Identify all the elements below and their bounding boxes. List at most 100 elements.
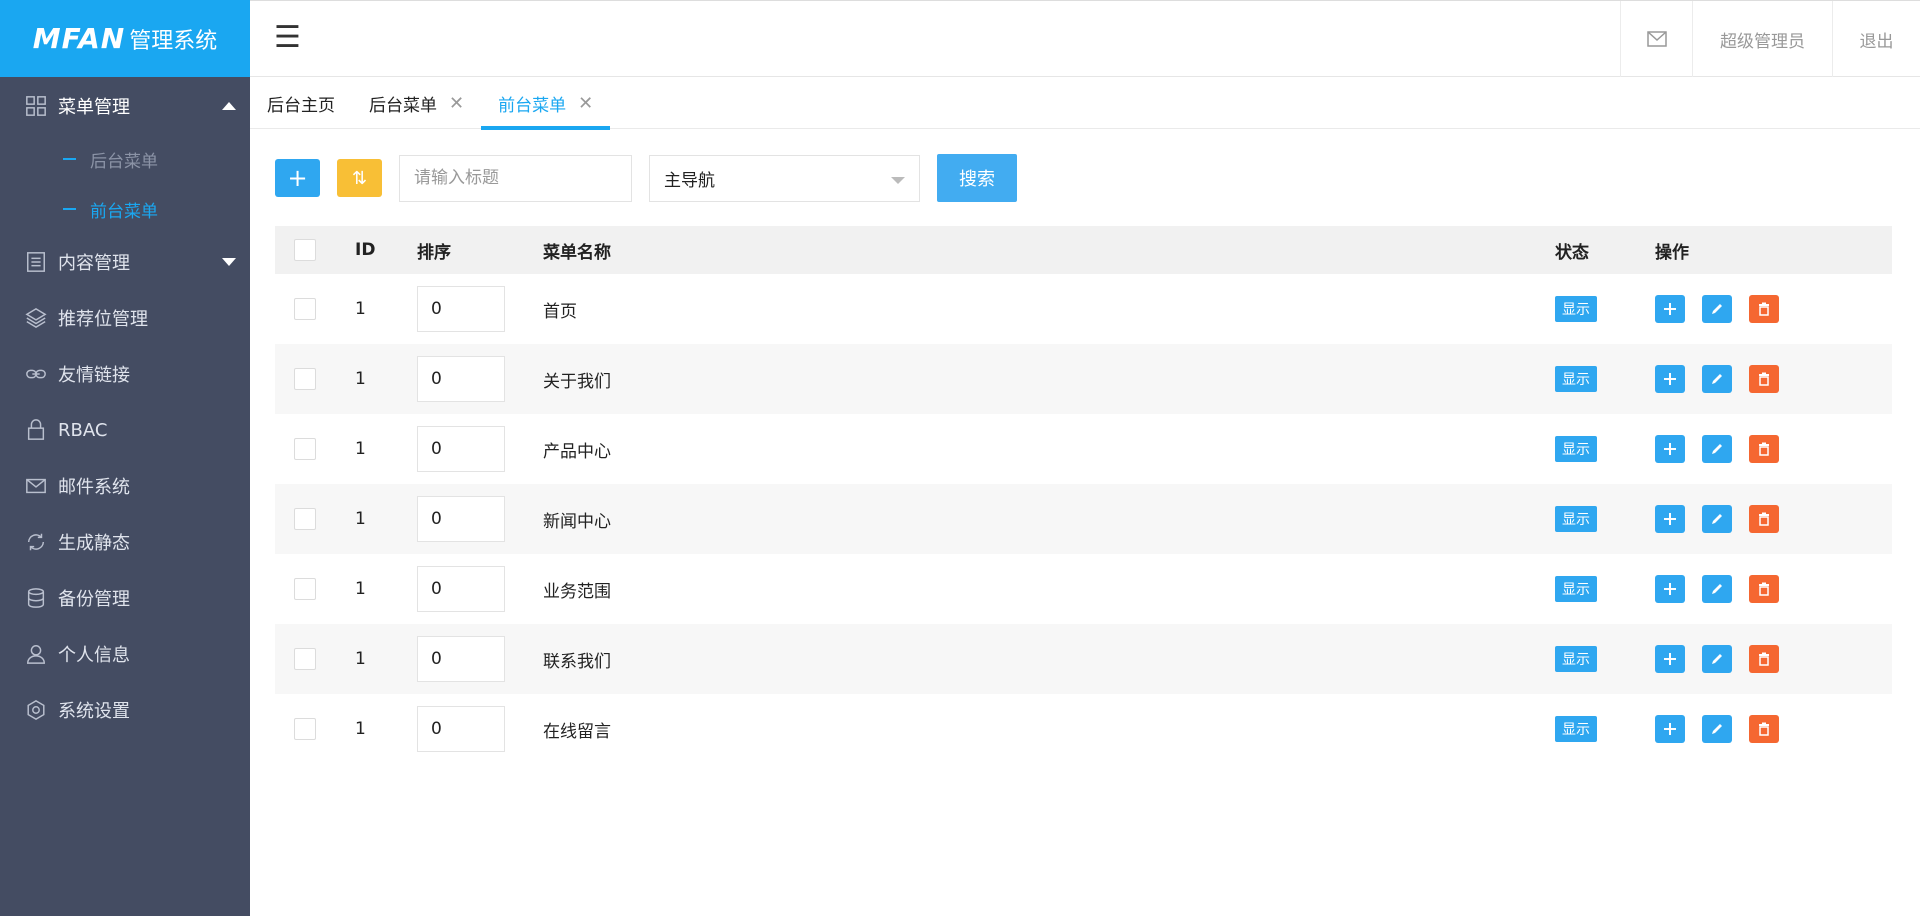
edit-button[interactable] bbox=[1702, 365, 1732, 393]
trash-icon bbox=[1759, 722, 1769, 736]
sidebar-item-profile[interactable]: 个人信息 bbox=[0, 626, 250, 682]
sort-order-input[interactable] bbox=[417, 356, 505, 402]
table-row: 1 新闻中心显示 bbox=[275, 484, 1892, 554]
delete-button[interactable] bbox=[1749, 435, 1779, 463]
logo-subtitle: 管理系统 bbox=[129, 28, 218, 54]
row-checkbox[interactable] bbox=[294, 718, 316, 740]
edit-button[interactable] bbox=[1702, 575, 1732, 603]
table-row: 1 在线留言 显示 bbox=[275, 694, 1892, 764]
search-button[interactable]: 搜索 bbox=[937, 154, 1017, 202]
plus-icon bbox=[1664, 583, 1676, 595]
row-check-cell bbox=[275, 624, 355, 694]
sidebar-item-links[interactable]: 友情链接 bbox=[0, 346, 250, 402]
add-child-button[interactable] bbox=[1655, 505, 1685, 533]
sort-button[interactable]: ⇅ bbox=[337, 159, 382, 197]
logo[interactable]: MFAN 管理系统 bbox=[0, 0, 250, 77]
sort-order-input[interactable] bbox=[417, 566, 505, 612]
sidebar-item-content-management[interactable]: 内容管理 bbox=[0, 234, 250, 290]
status-badge[interactable]: 显示 bbox=[1555, 646, 1597, 672]
logout-button[interactable]: 退出 bbox=[1832, 1, 1920, 77]
edit-button[interactable] bbox=[1702, 435, 1732, 463]
nav-select[interactable]: 主导航 bbox=[649, 154, 920, 202]
add-child-button[interactable] bbox=[1655, 435, 1685, 463]
sort-order-input[interactable] bbox=[417, 636, 505, 682]
status-badge[interactable]: 显示 bbox=[1555, 296, 1597, 322]
add-child-button[interactable] bbox=[1655, 715, 1685, 743]
edit-button[interactable] bbox=[1702, 715, 1732, 743]
sidebar-subitem-label: 前台菜单 bbox=[90, 201, 158, 222]
sidebar-item-menu-management[interactable]: 菜单管理 bbox=[0, 77, 250, 134]
status-badge[interactable]: 显示 bbox=[1555, 506, 1597, 532]
row-checkbox[interactable] bbox=[294, 368, 316, 390]
status-badge[interactable]: 显示 bbox=[1555, 576, 1597, 602]
delete-button[interactable] bbox=[1749, 505, 1779, 533]
tab-backend-menu[interactable]: 后台菜单 ✕ bbox=[352, 77, 481, 129]
search-input[interactable] bbox=[399, 154, 632, 202]
sidebar-item-backup[interactable]: 备份管理 bbox=[0, 570, 250, 626]
sidebar-item-settings[interactable]: 系统设置 bbox=[0, 682, 250, 738]
add-child-button[interactable] bbox=[1655, 645, 1685, 673]
header-status: 状态 bbox=[1555, 226, 1655, 274]
select-all-checkbox[interactable] bbox=[294, 239, 316, 261]
add-child-button[interactable] bbox=[1655, 365, 1685, 393]
add-child-button[interactable] bbox=[1655, 295, 1685, 323]
sidebar-subitem-frontend-menu[interactable]: 前台菜单 bbox=[0, 184, 250, 234]
tab-frontend-menu[interactable]: 前台菜单 ✕ bbox=[481, 77, 611, 130]
row-checkbox[interactable] bbox=[294, 508, 316, 530]
sort-order-input[interactable] bbox=[417, 286, 505, 332]
row-checkbox[interactable] bbox=[294, 578, 316, 600]
envelope-icon bbox=[1646, 31, 1667, 47]
row-id: 1 bbox=[355, 719, 366, 739]
row-checkbox[interactable] bbox=[294, 438, 316, 460]
plus-icon bbox=[1664, 653, 1676, 665]
user-icon bbox=[24, 642, 48, 666]
delete-button[interactable] bbox=[1749, 295, 1779, 323]
sidebar-item-rbac[interactable]: RBAC bbox=[0, 402, 250, 458]
status-badge[interactable]: 显示 bbox=[1555, 436, 1597, 462]
add-child-button[interactable] bbox=[1655, 575, 1685, 603]
tab-label: 前台菜单 bbox=[498, 95, 567, 116]
row-check-cell bbox=[275, 274, 355, 344]
table-header-row: ID 排序 菜单名称 状态 操作 bbox=[275, 226, 1892, 274]
sidebar-item-label: 邮件系统 bbox=[58, 477, 130, 498]
row-checkbox[interactable] bbox=[294, 648, 316, 670]
sidebar-subitem-backend-menu[interactable]: 后台菜单 bbox=[0, 134, 250, 184]
sort-order-input[interactable] bbox=[417, 426, 505, 472]
pencil-icon bbox=[1712, 444, 1722, 454]
delete-button[interactable] bbox=[1749, 715, 1779, 743]
add-button[interactable]: + bbox=[275, 159, 320, 197]
row-checkbox[interactable] bbox=[294, 298, 316, 320]
close-icon[interactable]: ✕ bbox=[578, 93, 593, 114]
tab-bar: 后台主页 后台菜单 ✕ 前台菜单 ✕ bbox=[250, 77, 1920, 130]
sort-order-input[interactable] bbox=[417, 706, 505, 752]
hamburger-menu-icon[interactable]: ☰ bbox=[274, 23, 301, 53]
sidebar-item-static[interactable]: 生成静态 bbox=[0, 514, 250, 570]
row-sort-cell bbox=[417, 484, 543, 554]
edit-button[interactable] bbox=[1702, 505, 1732, 533]
edit-button[interactable] bbox=[1702, 645, 1732, 673]
caret-down-icon bbox=[222, 258, 236, 266]
close-icon[interactable]: ✕ bbox=[449, 93, 464, 114]
sidebar-item-mail[interactable]: 邮件系统 bbox=[0, 458, 250, 514]
admin-user-menu[interactable]: 超级管理员 bbox=[1692, 1, 1832, 77]
row-actions bbox=[1655, 575, 1892, 603]
sort-order-input[interactable] bbox=[417, 496, 505, 542]
plus-icon bbox=[1664, 303, 1676, 315]
sidebar-item-recommend[interactable]: 推荐位管理 bbox=[0, 290, 250, 346]
row-actions-cell bbox=[1655, 274, 1892, 344]
row-name: 首页 bbox=[543, 301, 577, 322]
tab-backend-home[interactable]: 后台主页 bbox=[250, 77, 352, 129]
row-status-cell: 显示 bbox=[1555, 344, 1655, 414]
status-badge[interactable]: 显示 bbox=[1555, 366, 1597, 392]
edit-button[interactable] bbox=[1702, 295, 1732, 323]
delete-button[interactable] bbox=[1749, 575, 1779, 603]
gear-icon bbox=[24, 698, 48, 722]
delete-button[interactable] bbox=[1749, 645, 1779, 673]
pencil-icon bbox=[1712, 724, 1722, 734]
mail-button[interactable] bbox=[1620, 1, 1692, 77]
status-badge[interactable]: 显示 bbox=[1555, 716, 1597, 742]
database-icon bbox=[24, 586, 48, 610]
row-name: 联系我们 bbox=[543, 624, 1555, 694]
row-sort-cell bbox=[417, 274, 543, 344]
delete-button[interactable] bbox=[1749, 365, 1779, 393]
